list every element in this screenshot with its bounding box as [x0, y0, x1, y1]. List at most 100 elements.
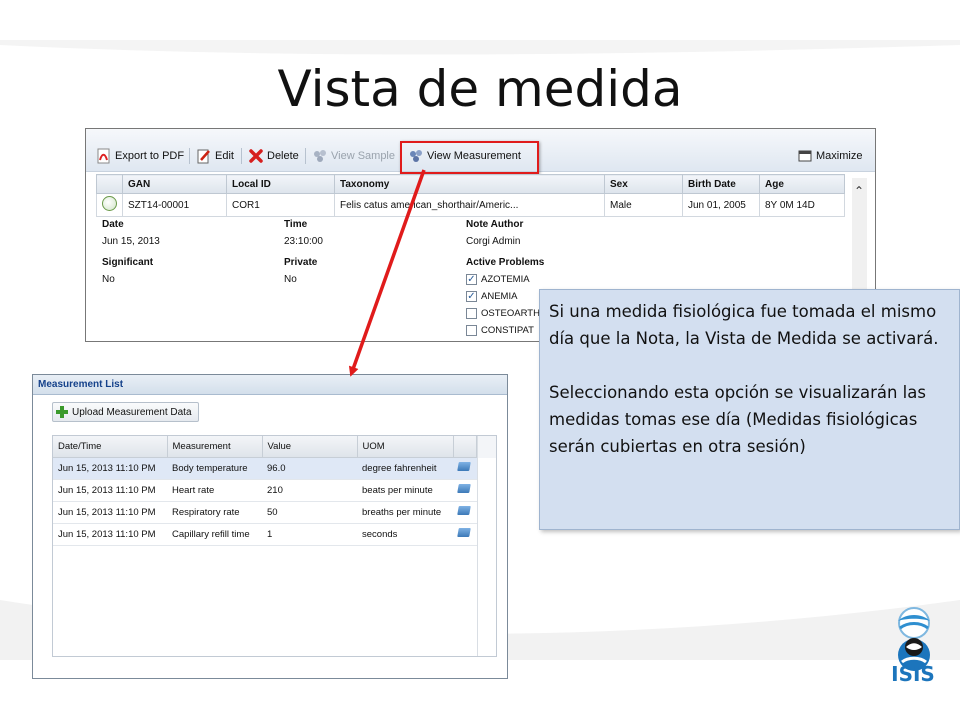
- edit-row-icon[interactable]: [457, 506, 471, 515]
- problem-label: AZOTEMIA: [481, 274, 530, 285]
- isis-logo-text: ISIS: [891, 662, 935, 686]
- uom-cell: degree fahrenheit: [357, 457, 453, 480]
- time-label: Time: [284, 219, 308, 230]
- molecule-icon: [314, 150, 326, 162]
- table-row[interactable]: SZT14-00001 COR1 Felis catus american_sh…: [96, 193, 845, 217]
- animal-icon-cell: [96, 193, 123, 217]
- edit-icon: [197, 149, 210, 164]
- time-value: 23:10:00: [284, 236, 323, 247]
- private-value: No: [284, 274, 297, 285]
- measurement-cell: Respiratory rate: [167, 501, 262, 524]
- action-cell: [453, 457, 477, 480]
- datetime-cell: Jun 15, 2013 11:10 PM: [53, 479, 167, 502]
- view-measurement-highlight: [400, 141, 539, 174]
- toolbar-divider: [189, 148, 190, 164]
- uom-cell: seconds: [357, 523, 453, 546]
- column-header[interactable]: Birth Date: [682, 174, 760, 194]
- toolbar-divider: [241, 148, 242, 164]
- uom-cell: beats per minute: [357, 479, 453, 502]
- edit-row-icon[interactable]: [457, 462, 471, 471]
- datetime-cell: Jun 15, 2013 11:10 PM: [53, 457, 167, 480]
- pdf-icon: [97, 148, 110, 164]
- significant-value: No: [102, 274, 115, 285]
- measurement-grid: Date/Time Measurement Value UOM Jun 15, …: [52, 435, 497, 657]
- table-row[interactable]: Jun 15, 2013 11:10 PM Body temperature 9…: [53, 457, 477, 480]
- action-cell: [453, 501, 477, 524]
- problem-item[interactable]: CONSTIPAT: [466, 325, 534, 336]
- table-row[interactable]: Jun 15, 2013 11:10 PM Heart rate 210 bea…: [53, 479, 477, 502]
- column-header[interactable]: Date/Time: [53, 436, 168, 458]
- value-cell: 96.0: [262, 457, 357, 480]
- problem-label: OSTEOARTH: [481, 308, 540, 319]
- column-header[interactable]: GAN: [122, 174, 227, 194]
- edit-button[interactable]: Edit: [196, 146, 234, 166]
- action-cell: [453, 523, 477, 546]
- gan-cell: SZT14-00001: [122, 193, 227, 217]
- column-header[interactable]: UOM: [357, 436, 454, 458]
- column-header[interactable]: Value: [262, 436, 358, 458]
- measurement-table-header: Date/Time Measurement Value UOM: [53, 436, 477, 458]
- callout-paragraph: Seleccionando esta opción se visualizará…: [549, 383, 926, 456]
- column-header[interactable]: Taxonomy: [334, 174, 605, 194]
- checkbox-unchecked-icon[interactable]: [466, 308, 477, 319]
- note-author-value: Corgi Admin: [466, 236, 521, 247]
- measurement-cell: Capillary refill time: [167, 523, 262, 546]
- datetime-cell: Jun 15, 2013 11:10 PM: [53, 523, 167, 546]
- checkbox-unchecked-icon[interactable]: [466, 325, 477, 336]
- measurement-cell: Body temperature: [167, 457, 262, 480]
- problem-item[interactable]: ✓ ANEMIA: [466, 291, 517, 302]
- age-cell: 8Y 0M 14D: [759, 193, 845, 217]
- checkbox-checked-icon[interactable]: ✓: [466, 291, 477, 302]
- date-value: Jun 15, 2013: [102, 236, 160, 247]
- add-icon: [55, 405, 69, 419]
- upload-label: Upload Measurement Data: [72, 406, 192, 418]
- note-author-label: Note Author: [466, 219, 524, 230]
- column-header[interactable]: Sex: [604, 174, 683, 194]
- measurement-cell: Heart rate: [167, 479, 262, 502]
- edit-row-icon[interactable]: [457, 484, 471, 493]
- maximize-icon: [798, 150, 812, 162]
- view-sample-label: View Sample: [331, 150, 395, 162]
- delete-icon: [249, 149, 263, 163]
- value-cell: 1: [262, 523, 357, 546]
- value-cell: 50: [262, 501, 357, 524]
- column-header[interactable]: Age: [759, 174, 845, 194]
- callout-paragraph: Si una medida fisiológica fue tomada el …: [549, 302, 939, 348]
- problem-label: CONSTIPAT: [481, 325, 534, 336]
- action-column-header: [453, 436, 477, 458]
- local-id-cell: COR1: [226, 193, 335, 217]
- problem-item[interactable]: ✓ AZOTEMIA: [466, 274, 530, 285]
- view-sample-button[interactable]: View Sample: [312, 146, 395, 166]
- animal-icon: [102, 196, 117, 211]
- icon-column-header: [96, 174, 123, 194]
- delete-button[interactable]: Delete: [248, 146, 299, 166]
- table-row[interactable]: Jun 15, 2013 11:10 PM Capillary refill t…: [53, 523, 477, 546]
- column-header[interactable]: Measurement: [167, 436, 263, 458]
- chevron-up-icon[interactable]: ⌃: [854, 184, 864, 198]
- delete-label: Delete: [267, 150, 299, 162]
- edit-row-icon[interactable]: [457, 528, 471, 537]
- birth-date-cell: Jun 01, 2005: [682, 193, 760, 217]
- export-pdf-button[interactable]: Export to PDF: [96, 146, 184, 166]
- action-cell: [453, 479, 477, 502]
- table-row[interactable]: Jun 15, 2013 11:10 PM Respiratory rate 5…: [53, 501, 477, 524]
- value-cell: 210: [262, 479, 357, 502]
- upload-measurement-button[interactable]: Upload Measurement Data: [52, 402, 199, 422]
- vertical-scrollbar[interactable]: [477, 436, 496, 656]
- toolbar-divider: [305, 148, 306, 164]
- export-pdf-label: Export to PDF: [115, 150, 185, 162]
- animal-table: GAN Local ID Taxonomy Sex Birth Date Age…: [96, 174, 845, 217]
- problem-label: ANEMIA: [481, 291, 518, 302]
- problem-item[interactable]: OSTEOARTH: [466, 308, 540, 319]
- slide-title: Vista de medida: [277, 60, 683, 118]
- date-label: Date: [102, 219, 124, 230]
- checkbox-checked-icon[interactable]: ✓: [466, 274, 477, 285]
- edit-label: Edit: [215, 150, 234, 162]
- measurement-table: Date/Time Measurement Value UOM Jun 15, …: [53, 436, 477, 546]
- column-header[interactable]: Local ID: [226, 174, 335, 194]
- measurement-list-screenshot: Measurement List Upload Measurement Data…: [32, 374, 508, 679]
- active-problems-label: Active Problems: [466, 257, 545, 268]
- maximize-button[interactable]: Maximize: [797, 146, 862, 166]
- sex-cell: Male: [604, 193, 683, 217]
